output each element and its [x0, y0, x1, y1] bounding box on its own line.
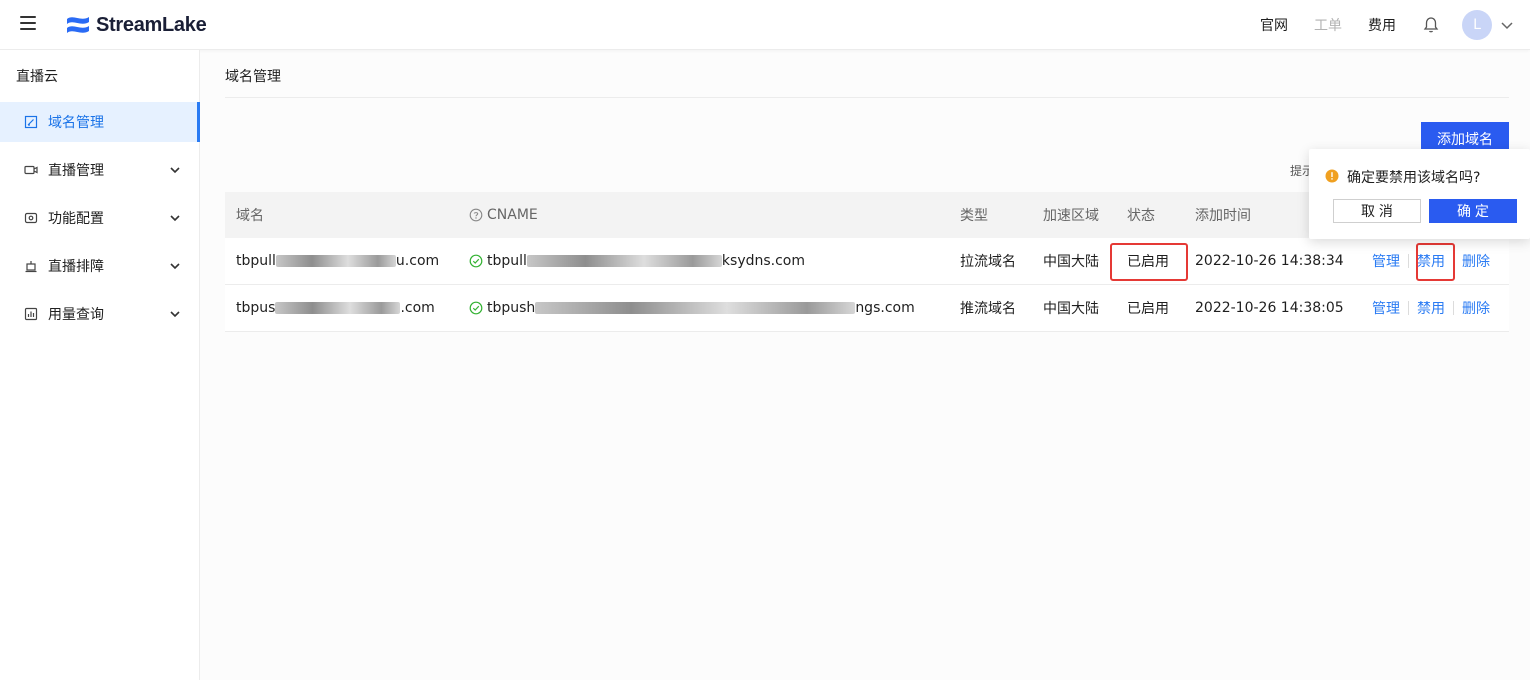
cname-cell: tbpull ksydns.com — [469, 238, 805, 284]
region-cell: 中国大陆 — [1043, 254, 1099, 270]
redacted-text — [535, 302, 856, 314]
divider — [1408, 301, 1409, 315]
sidebar-title: 直播云 — [16, 69, 58, 85]
cancel-button[interactable]: 取 消 — [1333, 199, 1421, 223]
column-header-cname: CNAME — [469, 192, 538, 238]
cname-text: tbpush — [487, 300, 536, 316]
sidebar-item-label: 域名管理 — [48, 115, 104, 131]
nav-official-site[interactable]: 官网 — [1260, 15, 1288, 35]
sidebar-item-label: 用量查询 — [48, 307, 104, 323]
nav-ticket[interactable]: 工单 — [1314, 15, 1342, 35]
streamlake-logo-icon — [67, 17, 89, 33]
sidebar: 直播云 域名管理 直播管理 功能配置 直播排障 用量查询 — [0, 50, 200, 680]
disable-confirm-popover: 确定要禁用该域名吗? 取 消 确 定 — [1309, 149, 1530, 239]
column-header-time: 添加时间 — [1195, 208, 1251, 224]
logo[interactable]: StreamLake — [64, 12, 207, 38]
logo-text: StreamLake — [96, 13, 207, 36]
sidebar-item-label: 直播管理 — [48, 163, 104, 179]
domain-text: u.com — [395, 253, 440, 269]
domain-edit-icon — [24, 115, 38, 129]
chevron-down-icon — [170, 167, 180, 174]
sidebar-item-feature-config[interactable]: 功能配置 — [0, 198, 199, 238]
check-circle-icon — [469, 301, 483, 315]
cname-text: tbpull — [487, 253, 527, 269]
nav-billing[interactable]: 费用 — [1368, 15, 1396, 35]
redacted-text — [275, 302, 401, 314]
time-cell: 2022-10-26 14:38:34 — [1195, 253, 1344, 269]
chevron-down-icon — [170, 263, 180, 270]
actions-cell: 管理 禁用 删除 — [1372, 285, 1490, 331]
sidebar-item-usage-query[interactable]: 用量查询 — [0, 294, 199, 334]
column-header-region: 加速区域 — [1043, 208, 1099, 224]
sidebar-item-live-management[interactable]: 直播管理 — [0, 150, 199, 190]
top-header: StreamLake 官网 工单 费用 L — [0, 0, 1530, 50]
bell-icon[interactable] — [1422, 16, 1440, 34]
manage-link[interactable]: 管理 — [1372, 251, 1400, 271]
help-circle-icon[interactable] — [469, 208, 483, 222]
status-cell: 已启用 — [1127, 301, 1169, 317]
domain-text: .com — [400, 300, 435, 316]
sidebar-item-label: 直播排障 — [48, 259, 104, 275]
chevron-down-icon — [170, 215, 180, 222]
column-header-status: 状态 — [1127, 208, 1155, 224]
divider — [1408, 254, 1409, 268]
confirm-message: 确定要禁用该域名吗? — [1347, 170, 1481, 186]
manage-link[interactable]: 管理 — [1372, 298, 1400, 318]
check-circle-icon — [469, 254, 483, 268]
chevron-down-icon[interactable] — [1500, 18, 1514, 32]
redacted-text — [526, 255, 722, 267]
avatar[interactable]: L — [1462, 10, 1492, 40]
column-header-type: 类型 — [960, 208, 988, 224]
delete-link[interactable]: 删除 — [1462, 298, 1490, 318]
sidebar-item-troubleshoot[interactable]: 直播排障 — [0, 246, 199, 286]
menu-icon[interactable] — [20, 16, 36, 30]
config-icon — [24, 212, 38, 224]
domain-cell: tbpus .com — [236, 285, 435, 331]
warning-icon — [1325, 169, 1339, 183]
troubleshoot-icon — [25, 261, 37, 273]
cname-text: ngs.com — [855, 300, 915, 316]
domain-cell: tbpull u.com — [236, 238, 439, 284]
domain-text: tbpull — [236, 253, 276, 269]
page-title: 域名管理 — [225, 69, 281, 85]
sidebar-item-label: 功能配置 — [48, 211, 104, 227]
divider — [225, 97, 1509, 98]
delete-link[interactable]: 删除 — [1462, 251, 1490, 271]
divider — [1453, 301, 1454, 315]
column-header-domain: 域名 — [236, 208, 264, 224]
table-row: tbpus .com tbpush ngs.com 推流域名 中国大陆 已启用 … — [225, 285, 1509, 332]
type-cell: 推流域名 — [960, 301, 1016, 317]
usage-chart-icon — [24, 307, 38, 321]
table-row: tbpull u.com tbpull ksydns.com 拉流域名 中国大陆… — [225, 238, 1509, 285]
cname-text: ksydns.com — [721, 253, 806, 269]
camera-icon — [24, 165, 38, 175]
cname-cell: tbpush ngs.com — [469, 285, 915, 331]
redacted-text — [275, 255, 396, 267]
type-cell: 拉流域名 — [960, 254, 1016, 270]
domain-text: tbpus — [236, 300, 276, 316]
confirm-button[interactable]: 确 定 — [1429, 199, 1517, 223]
region-cell: 中国大陆 — [1043, 301, 1099, 317]
sidebar-item-domain-management[interactable]: 域名管理 — [0, 102, 200, 142]
highlight-disable-box — [1416, 243, 1455, 281]
column-header-cname-label: CNAME — [487, 207, 538, 223]
time-cell: 2022-10-26 14:38:05 — [1195, 300, 1344, 316]
chevron-down-icon — [170, 311, 180, 318]
highlight-status-box — [1110, 243, 1188, 281]
disable-link[interactable]: 禁用 — [1417, 298, 1445, 318]
